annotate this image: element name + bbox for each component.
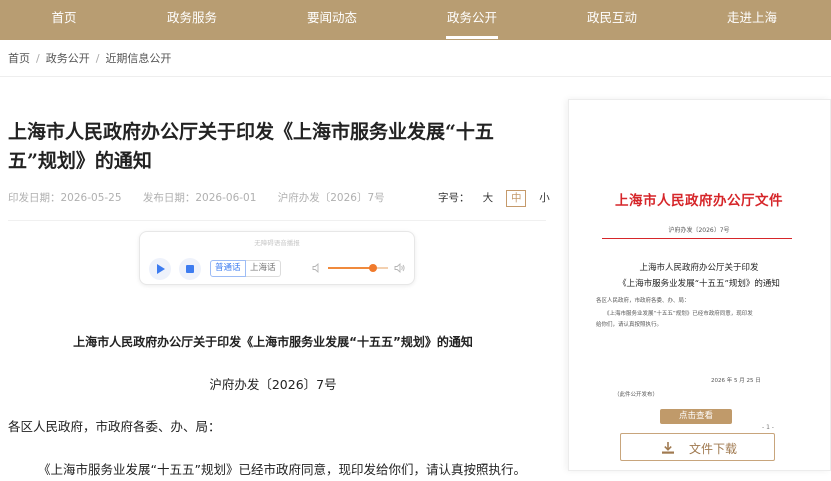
document-salutation: 各区人民政府，市政府各委、办、局： <box>8 419 221 434</box>
document-number: 沪府办发〔2026〕7号 <box>209 377 337 392</box>
doc-number: 沪府办发〔2026〕7号 <box>277 192 385 204</box>
volume-slider-fill <box>328 267 373 269</box>
nav-item-services[interactable]: 政务服务 <box>156 0 228 40</box>
page-title-line: 上海市人民政府办公厅关于印发《上海市服务业发展“十五 <box>8 121 494 143</box>
nav-item-gov-open[interactable]: 政务公开 <box>436 0 508 40</box>
preview-note: （此件公开发布） <box>614 392 659 398</box>
preview-doc-number: 沪府办发〔2026〕7号 <box>668 227 730 234</box>
player-caption: 无障碍语音播报 <box>254 239 300 247</box>
publish-date: 发布日期：2026-06-01 <box>142 192 257 204</box>
breadcrumb-separator: / <box>95 52 100 65</box>
preview-header: 上海市人民政府办公厅文件 <box>615 193 783 209</box>
breadcrumb-gov-open[interactable]: 政务公开 <box>46 50 90 66</box>
nav-item-interaction[interactable]: 政民互动 <box>576 0 648 40</box>
volume-low-icon <box>312 262 319 274</box>
download-icon <box>662 442 674 454</box>
preview-title-line: 上海市人民政府办公厅关于印发 <box>639 263 759 273</box>
download-file-button[interactable]: 文件下载 <box>620 433 775 461</box>
top-nav: 首页 政务服务 要闻动态 政务公开 政民互动 走进上海 <box>0 0 831 40</box>
play-button[interactable] <box>149 258 171 280</box>
breadcrumb: 首页 / 政务公开 / 近期信息公开 <box>8 50 171 66</box>
nav-item-news[interactable]: 要闻动态 <box>296 0 368 40</box>
font-size-small-button[interactable]: 小 <box>535 190 555 207</box>
divider <box>8 220 546 221</box>
preview-date: 2026 年 5 月 25 日 <box>711 378 761 384</box>
article-meta: 印发日期：2026-05-25 发布日期：2026-06-01 沪府办发〔202… <box>8 190 403 205</box>
nav-item-home[interactable]: 首页 <box>28 0 100 40</box>
preview-paragraph-line: 《上海市服务业发展“十五五”规划》已经市政府同意，现印发 <box>604 311 753 317</box>
breadcrumb-separator: / <box>36 52 40 65</box>
page-title-line: 五”规划》的通知 <box>8 150 152 172</box>
breadcrumb-recent-info[interactable]: 近期信息公开 <box>105 50 171 66</box>
font-size-switcher: 字号： 大 中 小 <box>438 190 555 207</box>
lang-mandarin-button[interactable]: 普通话 <box>210 260 246 277</box>
page-title: 上海市人民政府办公厅关于印发《上海市服务业发展“十五 五”规划》的通知 <box>8 118 538 176</box>
nav-item-about-shanghai[interactable]: 走进上海 <box>716 0 788 40</box>
view-document-button[interactable]: 点击查看 <box>660 409 732 424</box>
preview-red-line <box>602 238 792 239</box>
volume-slider[interactable] <box>328 264 388 272</box>
preview-title-line: 《上海市服务业发展“十五五”规划》的通知 <box>618 279 780 289</box>
font-size-large-button[interactable]: 大 <box>478 190 498 207</box>
audio-player: 无障碍语音播报 普通话 上海话 <box>139 231 415 285</box>
preview-paragraph-line: 给你们，请认真按照执行。 <box>596 322 663 328</box>
stop-button[interactable] <box>179 258 201 280</box>
document-preview-image[interactable]: 上海市人民政府办公厅文件 沪府办发〔2026〕7号 上海市人民政府办公厅关于印发… <box>588 170 810 430</box>
breadcrumb-home[interactable]: 首页 <box>8 50 30 66</box>
document-paragraph: 《上海市服务业发展“十五五”规划》已经市政府同意，现印发给你们，请认真按照执行。 <box>38 462 526 477</box>
volume-high-icon <box>394 262 405 274</box>
issue-date: 印发日期：2026-05-25 <box>8 192 122 204</box>
divider <box>0 76 831 77</box>
page-indicator: - 1 - <box>762 424 774 431</box>
volume-slider-knob[interactable] <box>369 264 377 272</box>
document-heading: 上海市人民政府办公厅关于印发《上海市服务业发展“十五五”规划》的通知 <box>73 335 473 349</box>
preview-salutation: 各区人民政府，市政府各委、办、局： <box>596 298 690 304</box>
font-size-medium-button[interactable]: 中 <box>506 190 527 207</box>
font-size-label: 字号： <box>438 192 470 204</box>
lang-shanghainese-button[interactable]: 上海话 <box>246 260 281 277</box>
download-label: 文件下载 <box>689 442 738 456</box>
